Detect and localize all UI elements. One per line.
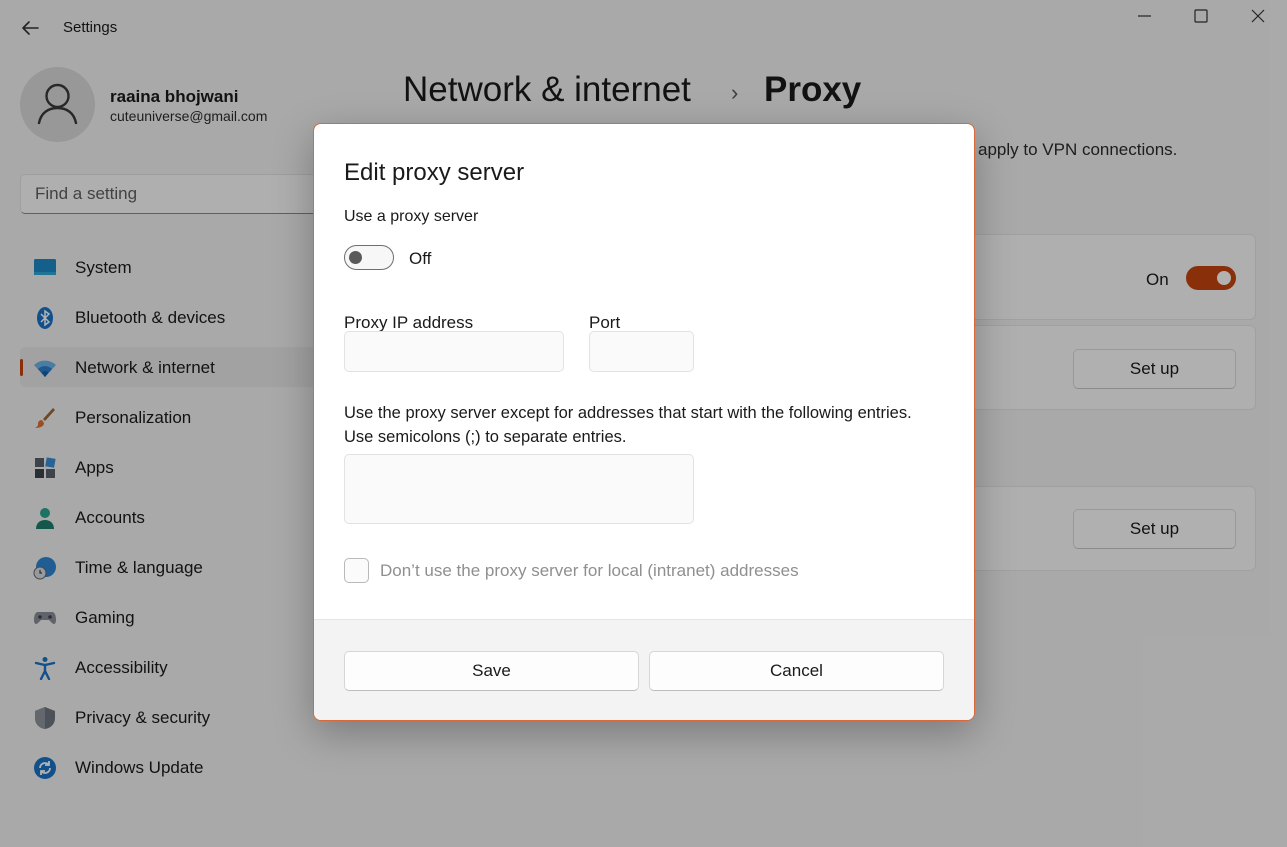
cancel-button[interactable]: Cancel [649,651,944,691]
save-button[interactable]: Save [344,651,639,691]
local-addresses-checkbox[interactable] [344,558,369,583]
exceptions-line-2: Use semicolons (;) to separate entries. [344,428,627,446]
toggle-state-label: Off [409,249,432,268]
dialog-title: Edit proxy server [344,159,525,186]
use-proxy-toggle[interactable] [344,245,394,270]
port-input[interactable] [589,331,694,372]
port-label: Port [589,313,621,332]
local-addresses-label: Don’t use the proxy server for local (in… [380,561,799,580]
toggle-knob [349,251,362,264]
use-proxy-label: Use a proxy server [344,208,479,225]
edit-proxy-dialog: Edit proxy server Use a proxy server Off… [313,123,975,721]
proxy-ip-input[interactable] [344,331,564,372]
exceptions-line-1: Use the proxy server except for addresse… [344,404,912,422]
proxy-ip-label: Proxy IP address [344,313,474,332]
exceptions-description: Use the proxy server except for addresse… [344,401,964,449]
exceptions-input[interactable] [344,454,694,524]
dialog-footer: Save Cancel [314,619,974,720]
